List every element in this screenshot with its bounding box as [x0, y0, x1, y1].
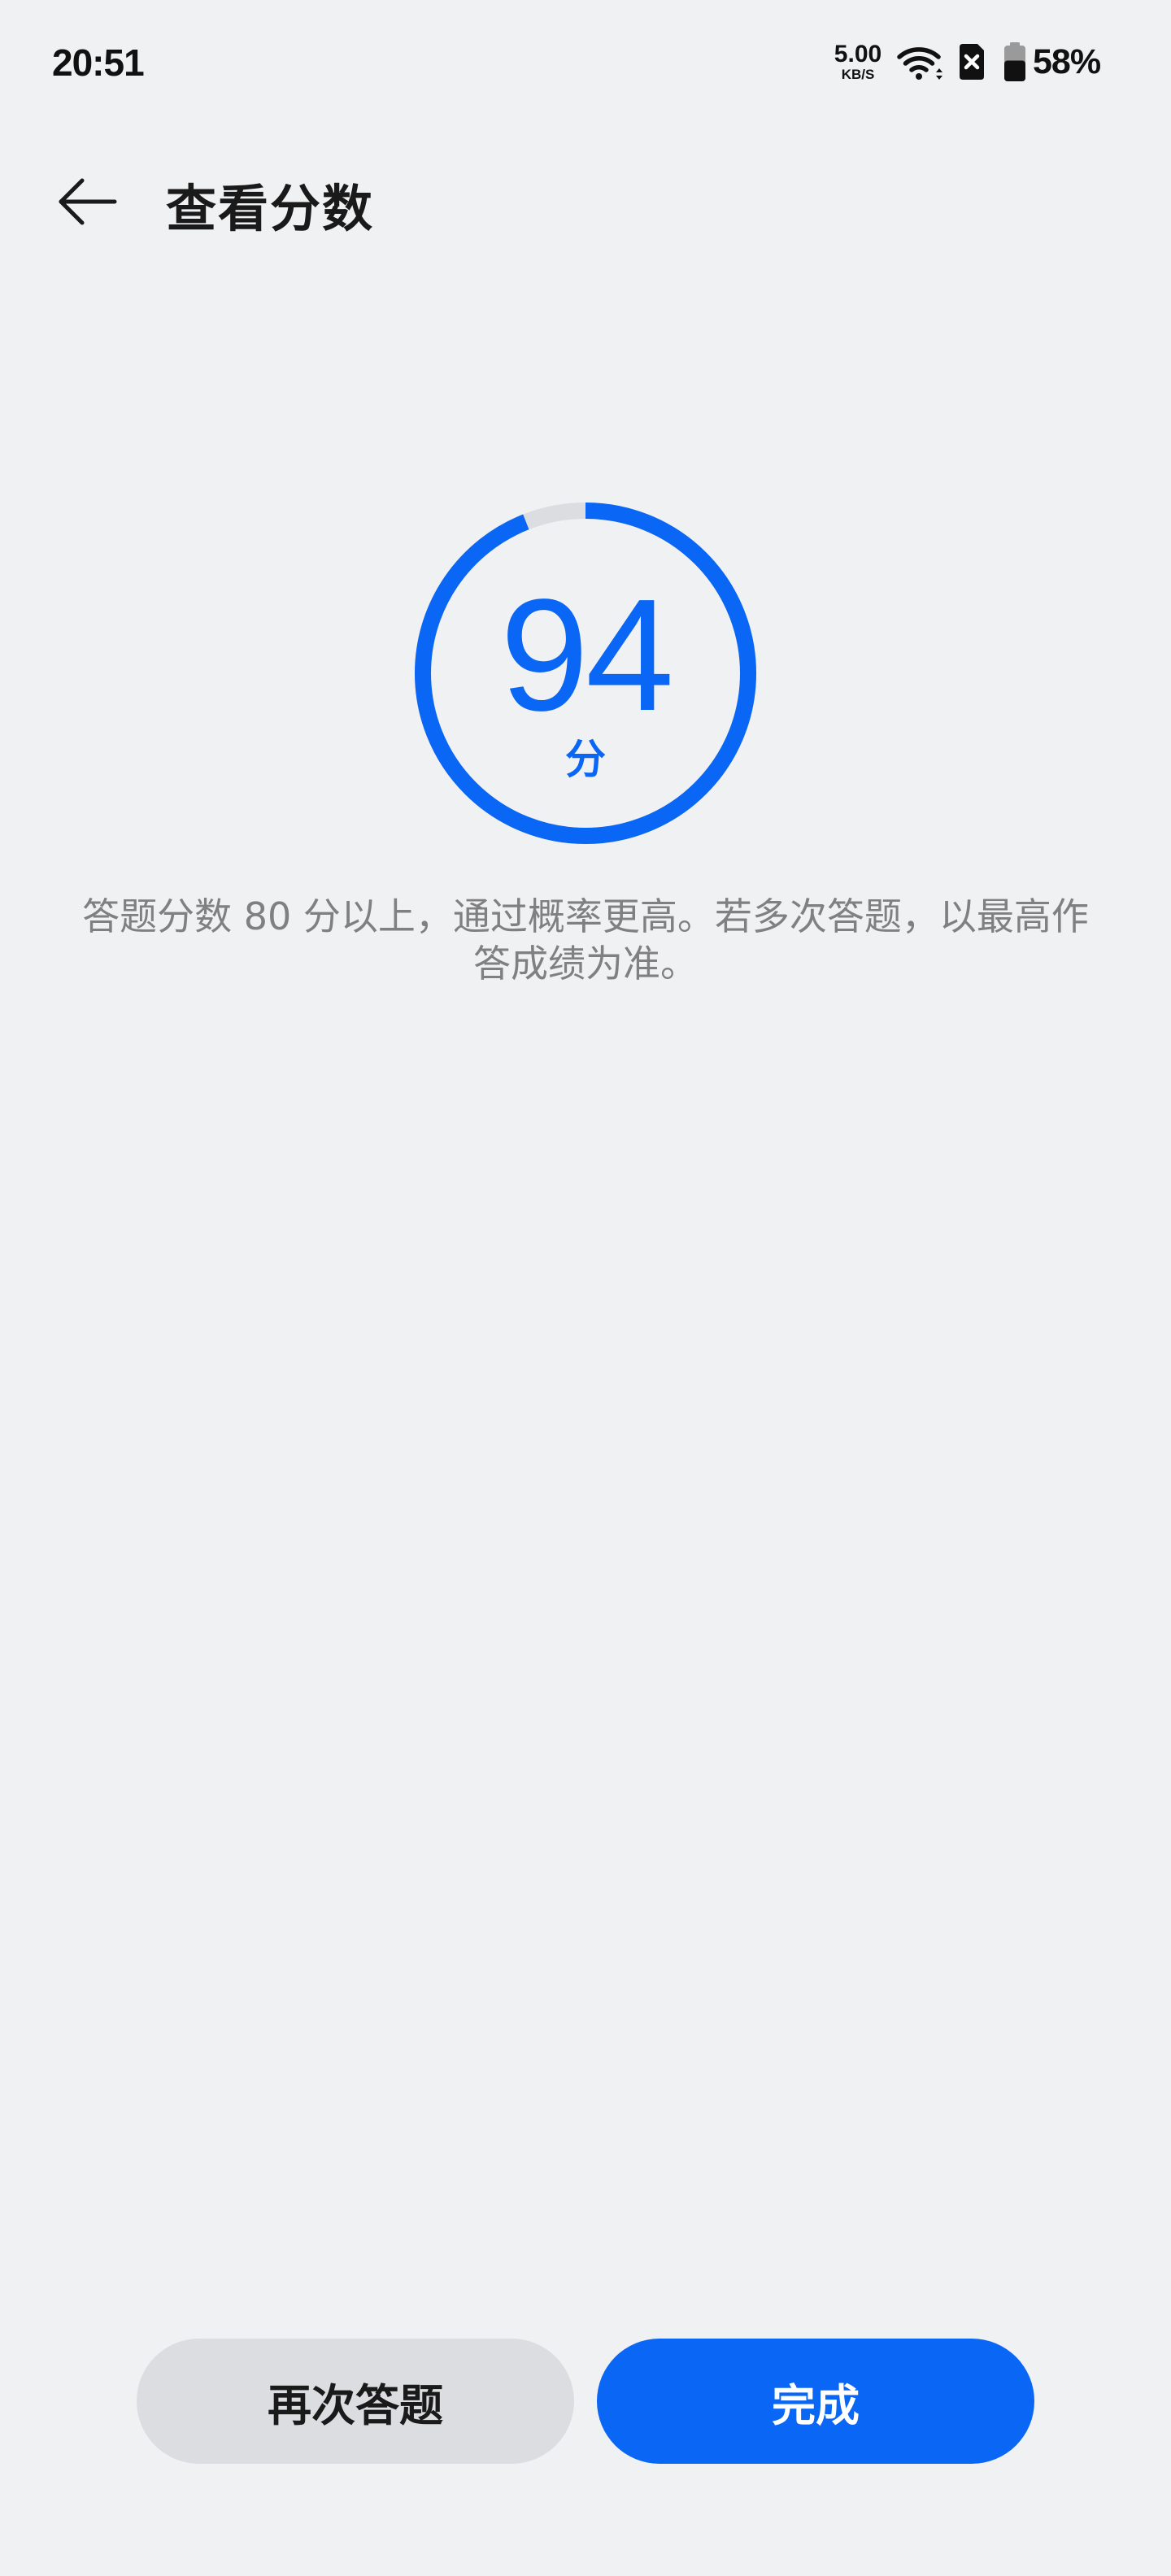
- score-hint-text: 答题分数 80 分以上，通过概率更高。若多次答题，以最高作答成绩为准。: [82, 894, 1089, 986]
- status-time: 20:51: [52, 41, 145, 84]
- done-button[interactable]: 完成: [597, 2339, 1034, 2464]
- back-arrow-icon: [59, 178, 117, 225]
- score-value: 94: [499, 566, 674, 744]
- back-button[interactable]: [41, 163, 130, 241]
- wifi-icon: [896, 44, 945, 81]
- status-bar: 20:51 5.00 KB/S 58%: [0, 0, 1171, 130]
- score-ring: 94 分: [407, 494, 764, 852]
- battery-percentage: 58%: [1033, 42, 1101, 81]
- sim-disabled-icon: [956, 42, 987, 81]
- retry-button[interactable]: 再次答题: [137, 2339, 574, 2464]
- network-speed-unit: KB/S: [841, 67, 875, 82]
- network-speed: 5.00 KB/S: [828, 41, 888, 82]
- network-speed-value: 5.00: [834, 41, 882, 67]
- battery-icon: [1003, 42, 1026, 81]
- page-title: 查看分数: [166, 179, 375, 238]
- score-unit: 分: [565, 736, 606, 783]
